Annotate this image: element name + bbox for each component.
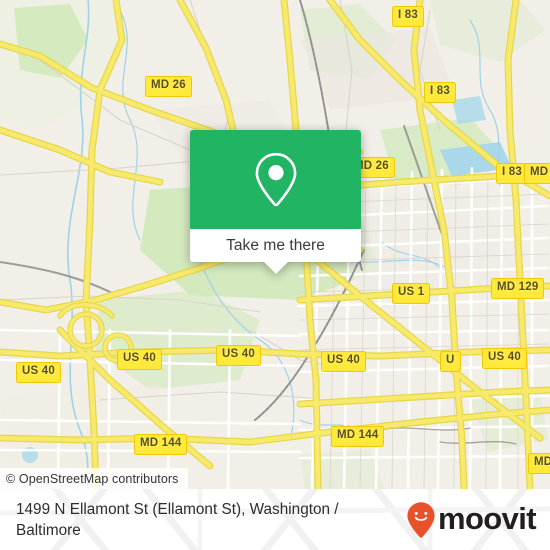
road-shield: US 40 xyxy=(216,345,261,366)
road-shield: US 40 xyxy=(482,348,527,369)
moovit-wordmark: moovit xyxy=(437,501,537,536)
road-shield: MD 26 xyxy=(524,163,550,184)
road-shield: US 40 xyxy=(117,349,162,370)
location-address: 1499 N Ellamont St (Ellamont St), Washin… xyxy=(16,500,339,539)
road-shield: MD xyxy=(528,453,550,474)
moovit-location-screen: .pk { fill:#cfe8b6; } .pk2 { fill:#dcebc… xyxy=(0,0,550,550)
popup-action-panel[interactable]: Take me there xyxy=(190,229,361,274)
road-shield: MD 144 xyxy=(331,426,385,447)
map-pin-icon xyxy=(255,152,296,206)
location-popup-card[interactable]: Take me there xyxy=(190,130,361,274)
road-shield: U xyxy=(440,351,461,372)
map-canvas[interactable]: .pk { fill:#cfe8b6; } .pk2 { fill:#dcebc… xyxy=(0,0,550,489)
osm-attribution[interactable]: © OpenStreetMap contributors xyxy=(0,468,188,489)
road-shield: I 83 xyxy=(392,6,424,27)
road-shield: US 40 xyxy=(16,362,61,383)
road-shield: MD 129 xyxy=(491,278,545,299)
moovit-logo[interactable]: moovit xyxy=(406,501,537,539)
road-shield: US 40 xyxy=(321,351,366,372)
road-shield: US 1 xyxy=(392,283,431,304)
footer-bar: 1499 N Ellamont St (Ellamont St), Washin… xyxy=(0,489,550,550)
moovit-pin-icon xyxy=(407,501,435,538)
take-me-there-label: Take me there xyxy=(226,236,325,254)
popup-tail xyxy=(263,262,288,274)
road-shield: I 83 xyxy=(424,82,456,103)
road-shield: MD 26 xyxy=(145,76,192,97)
popup-icon-panel xyxy=(190,130,361,229)
road-shield: MD 144 xyxy=(134,434,188,455)
